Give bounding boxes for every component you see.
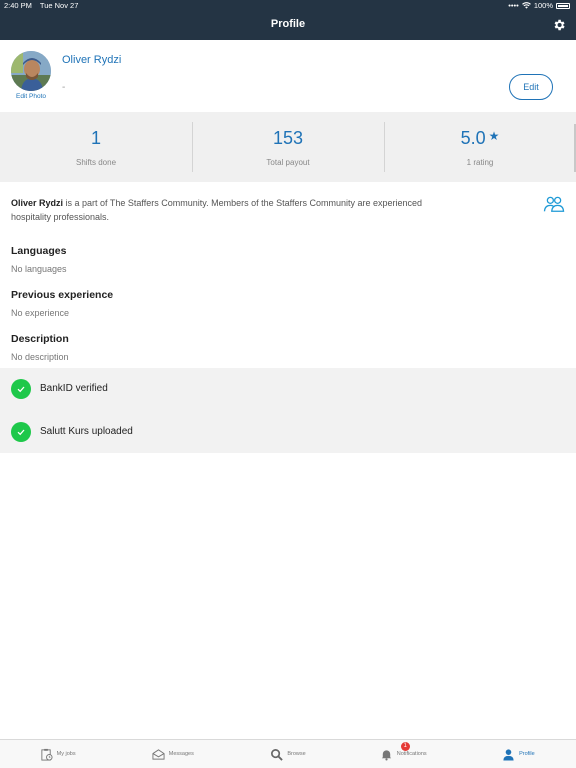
- stat-payout: 153 Total payout: [192, 112, 384, 182]
- stat-payout-value: 153: [272, 128, 304, 148]
- edit-photo-link[interactable]: Edit Photo: [10, 93, 52, 100]
- experience-title: Previous experience: [11, 289, 114, 301]
- tab-notifications[interactable]: 1 Notifications: [346, 740, 461, 768]
- tab-messages[interactable]: Messages: [115, 740, 230, 768]
- intro-name: Oliver Rydzi: [11, 198, 64, 208]
- stat-shifts-value: 1: [90, 128, 101, 148]
- battery-percent: 100%: [533, 1, 553, 10]
- avatar-photo: [11, 51, 51, 91]
- search-icon: [271, 748, 284, 761]
- check-icon: [11, 379, 31, 399]
- status-time: 2:40 PM: [4, 1, 32, 10]
- clipboard-clock-icon: [41, 748, 53, 761]
- wifi-icon: [521, 2, 531, 9]
- envelope-icon: [152, 748, 165, 760]
- description-value: No description: [11, 352, 69, 362]
- profile-header: Edit Photo Oliver Rydzi - Edit: [0, 40, 576, 112]
- stat-rating-value: 5.0: [460, 128, 486, 148]
- stat-shifts-label: Shifts done: [75, 158, 117, 167]
- star-icon: ★: [488, 129, 500, 143]
- tab-label: Browse: [287, 751, 306, 757]
- tab-browse[interactable]: Browse: [230, 740, 345, 768]
- verification-item: Salutt Kurs uploaded: [0, 411, 576, 453]
- gear-icon[interactable]: [552, 18, 566, 32]
- languages-title: Languages: [11, 245, 67, 257]
- bell-icon: [381, 749, 391, 761]
- stat-rating-value-row: 5.0 ★: [384, 128, 576, 149]
- verification-label: BankID verified: [40, 383, 108, 394]
- avatar[interactable]: [11, 51, 51, 91]
- person-icon: [503, 748, 514, 761]
- languages-value: No languages: [11, 264, 67, 274]
- profile-subtitle: -: [62, 82, 66, 93]
- tab-bar: My jobs Messages Browse 1 Notifications …: [0, 739, 576, 768]
- stat-rating-label: 1 rating: [466, 158, 494, 167]
- tab-label: Messages: [168, 751, 194, 757]
- stat-payout-label: Total payout: [266, 158, 310, 167]
- notification-badge: 1: [400, 742, 410, 751]
- tab-label: My jobs: [56, 751, 76, 757]
- tab-profile[interactable]: Profile: [461, 740, 576, 768]
- page-title: Profile: [270, 18, 306, 30]
- experience-value: No experience: [11, 308, 70, 318]
- tab-my-jobs[interactable]: My jobs: [0, 740, 115, 768]
- stat-rating[interactable]: 5.0 ★ 1 rating: [384, 112, 576, 182]
- header-bar: 2:40 PM Tue Nov 27 •••• 100% Profile: [0, 0, 576, 40]
- tab-label: Notifications: [396, 751, 427, 757]
- edit-profile-button[interactable]: Edit: [509, 74, 553, 100]
- tab-label: Profile: [519, 751, 535, 757]
- status-bar: 2:40 PM Tue Nov 27 •••• 100%: [0, 0, 576, 12]
- verifications-list: BankID verified Salutt Kurs uploaded: [0, 368, 576, 453]
- profile-name: Oliver Rydzi: [62, 54, 122, 66]
- intro-text: is a part of The Staffers Community. Mem…: [11, 198, 423, 222]
- stats-bar: 1 Shifts done 153 Total payout 5.0 ★ 1 ra…: [0, 112, 576, 182]
- verification-item: BankID verified: [0, 368, 576, 410]
- community-group-icon[interactable]: [543, 194, 565, 214]
- signal-dots-icon: ••••: [508, 1, 519, 10]
- description-title: Description: [11, 333, 69, 345]
- verification-label: Salutt Kurs uploaded: [40, 426, 133, 437]
- status-date: Tue Nov 27: [39, 1, 79, 10]
- check-icon: [11, 422, 31, 442]
- battery-icon: [556, 2, 570, 9]
- stat-shifts: 1 Shifts done: [0, 112, 192, 182]
- community-intro: Oliver Rydzi is a part of The Staffers C…: [11, 196, 451, 224]
